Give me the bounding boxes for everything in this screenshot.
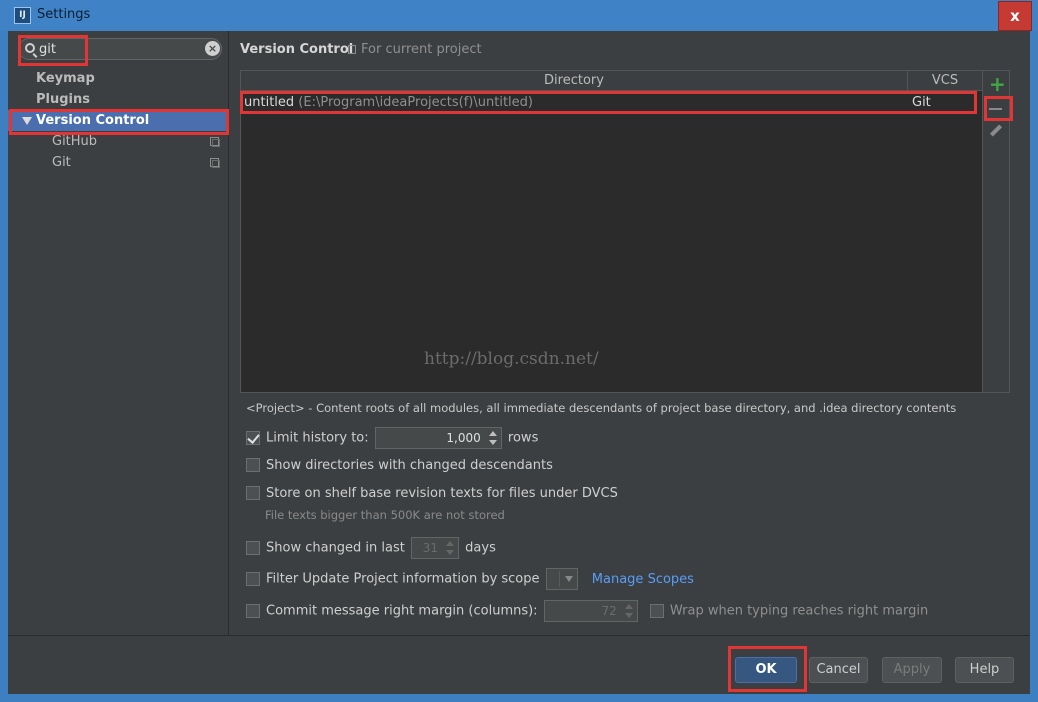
limit-history-value: 1,000 <box>446 431 481 445</box>
sidebar-item-label: Plugins <box>36 92 90 107</box>
limit-history-suffix: rows <box>507 430 539 446</box>
limit-history-checkbox[interactable] <box>246 430 260 445</box>
scope-note-text: For current project <box>361 42 482 57</box>
help-button[interactable]: Help <box>955 657 1014 683</box>
show-changed-stepper[interactable]: 31 <box>411 537 460 559</box>
project-scope-icon <box>210 137 220 147</box>
vcs-cell: Git <box>912 95 931 110</box>
remove-icon[interactable] <box>989 108 1002 110</box>
stepper-arrows-icon[interactable] <box>623 604 635 618</box>
commit-margin-stepper[interactable]: 72 <box>543 600 638 622</box>
show-dirs-checkbox[interactable] <box>246 458 260 472</box>
project-scope-icon <box>348 45 356 54</box>
commit-margin-label: Commit message right margin (columns): <box>266 603 538 619</box>
column-header-directory[interactable]: Directory <box>241 71 908 90</box>
window-title: Settings <box>37 7 91 22</box>
sidebar-item-github[interactable]: GitHub <box>8 131 229 152</box>
sidebar-item-plugins[interactable]: Plugins <box>8 89 229 110</box>
filter-update-label: Filter Update Project information by sco… <box>266 571 540 587</box>
table-header: Directory VCS <box>241 71 982 91</box>
show-changed-suffix: days <box>465 540 496 556</box>
search-input[interactable] <box>39 40 199 58</box>
ok-button[interactable]: OK <box>735 657 797 683</box>
directory-name: untitled <box>244 95 295 110</box>
manage-scopes-link[interactable]: Manage Scopes <box>592 572 694 587</box>
sidebar-item-git[interactable]: Git <box>8 152 229 173</box>
dialog-footer: OK Cancel Apply Help <box>8 635 1030 694</box>
clear-search-icon[interactable]: × <box>205 41 220 56</box>
limit-history-stepper[interactable]: 1,000 <box>374 427 502 449</box>
cancel-button[interactable]: Cancel <box>809 657 868 683</box>
show-changed-option: Show changed in last 31 days <box>246 537 496 559</box>
show-changed-checkbox[interactable] <box>246 540 260 555</box>
scope-note: For current project <box>348 42 482 57</box>
project-note: <Project> - Content roots of all modules… <box>246 401 957 415</box>
edit-pencil-icon[interactable] <box>989 124 1003 137</box>
apply-button[interactable]: Apply <box>882 657 942 683</box>
store-shelf-option: Store on shelf base revision texts for f… <box>246 486 618 504</box>
page-title: Version Control <box>240 42 354 57</box>
expand-arrow-icon[interactable] <box>22 117 32 125</box>
store-shelf-label: Store on shelf base revision texts for f… <box>266 486 618 501</box>
commit-margin-option: Commit message right margin (columns): 7… <box>246 600 929 622</box>
directory-cell: untitled (E:\Program\ideaProjects(f)\unt… <box>244 92 533 113</box>
wrap-typing-checkbox[interactable] <box>649 603 664 618</box>
filter-update-option: Filter Update Project information by sco… <box>246 568 694 590</box>
show-changed-value: 31 <box>422 541 439 555</box>
column-header-vcs[interactable]: VCS <box>908 71 982 90</box>
sidebar-item-version-control[interactable]: Version Control <box>8 110 229 131</box>
filter-update-checkbox[interactable] <box>246 571 260 586</box>
stepper-arrows-icon[interactable] <box>487 431 499 445</box>
stepper-arrows-icon[interactable] <box>444 541 456 555</box>
settings-main-panel: Version Control For current project Dire… <box>230 31 1030 635</box>
vcs-mappings-table[interactable]: Directory VCS untitled (E:\Program\ideaP… <box>240 70 983 393</box>
search-icon <box>25 43 35 53</box>
show-dirs-option: Show directories with changed descendant… <box>246 458 553 476</box>
settings-dialog: × Keymap Plugins Version Control GitHub … <box>8 31 1030 694</box>
dropdown-separator <box>558 571 560 587</box>
intellij-idea-icon: IJ <box>14 7 31 24</box>
sidebar-item-label: Git <box>52 155 71 170</box>
sidebar-item-label: Keymap <box>36 71 95 86</box>
commit-margin-value: 72 <box>601 604 617 618</box>
window-titlebar: IJ Settings x <box>0 0 1038 31</box>
store-shelf-note: File texts bigger than 500K are not stor… <box>265 508 505 522</box>
sidebar-item-label: Version Control <box>36 113 150 128</box>
show-dirs-label: Show directories with changed descendant… <box>266 458 553 473</box>
table-row[interactable]: untitled (E:\Program\ideaProjects(f)\unt… <box>241 92 982 113</box>
show-changed-label: Show changed in last <box>266 540 405 556</box>
limit-history-option: Limit history to: 1,000 rows <box>246 427 539 449</box>
sidebar-item-label: GitHub <box>52 134 98 149</box>
sidebar-item-keymap[interactable]: Keymap <box>8 68 229 89</box>
close-button[interactable]: x <box>998 1 1032 31</box>
settings-sidebar: × Keymap Plugins Version Control GitHub … <box>8 31 229 635</box>
commit-margin-checkbox[interactable] <box>246 603 260 618</box>
scope-dropdown[interactable] <box>545 568 578 590</box>
wrap-typing-label: Wrap when typing reaches right margin <box>669 603 929 619</box>
project-scope-icon <box>210 158 220 168</box>
store-shelf-checkbox[interactable] <box>246 486 260 500</box>
add-icon[interactable]: + <box>989 74 1006 94</box>
directory-path: (E:\Program\ideaProjects(f)\untitled) <box>298 95 533 110</box>
watermark: http://blog.csdn.net/ <box>424 349 599 369</box>
table-toolbar: + <box>983 70 1010 393</box>
limit-history-label: Limit history to: <box>266 430 369 446</box>
search-box[interactable]: × <box>18 38 222 60</box>
